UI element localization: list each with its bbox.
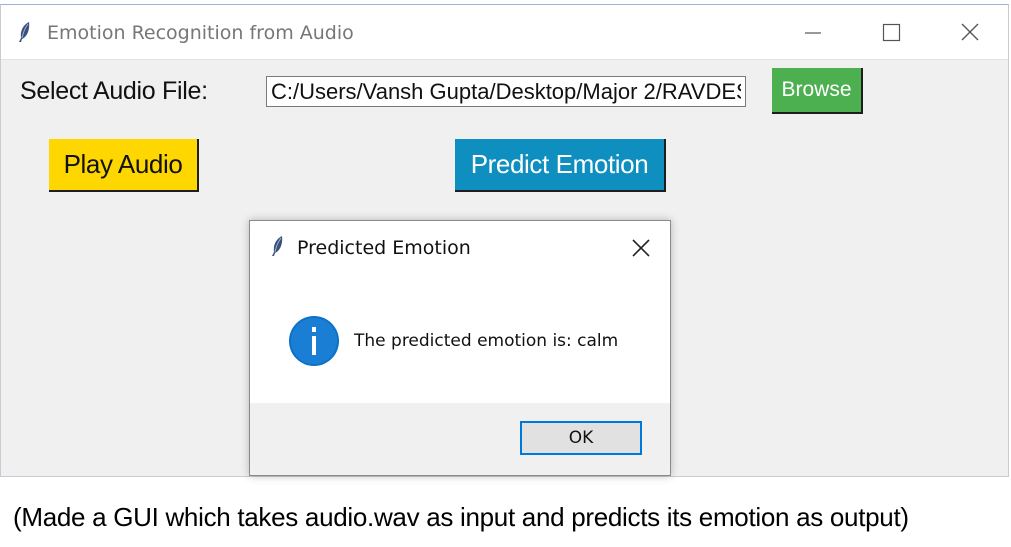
select-audio-label: Select Audio File: — [20, 77, 208, 105]
info-icon — [289, 316, 339, 366]
dialog-title-bar: Predicted Emotion — [250, 221, 670, 273]
tk-feather-icon — [272, 236, 283, 256]
caption: (Made a GUI which takes audio.wav as inp… — [13, 502, 909, 532]
maximize-icon — [882, 23, 901, 42]
browse-button[interactable]: Browse — [772, 68, 863, 114]
close-button[interactable] — [949, 15, 989, 49]
maximize-button[interactable] — [871, 15, 911, 49]
close-icon[interactable] — [628, 235, 654, 261]
ok-button[interactable]: OK — [520, 421, 642, 455]
predict-emotion-button[interactable]: Predict Emotion — [455, 139, 666, 192]
file-path-input[interactable] — [266, 76, 746, 107]
window-title: Emotion Recognition from Audio — [47, 22, 354, 44]
minimize-button[interactable] — [793, 15, 833, 49]
play-audio-button[interactable]: Play Audio — [49, 139, 199, 192]
minimize-icon — [805, 32, 821, 34]
dialog-title: Predicted Emotion — [297, 237, 471, 259]
dialog-footer: OK — [250, 403, 670, 475]
main-window: Emotion Recognition from Audio Select Au… — [0, 4, 1009, 477]
tk-feather-icon — [19, 22, 30, 42]
predicted-emotion-dialog: Predicted Emotion The predicted emotion … — [249, 220, 671, 476]
dialog-message: The predicted emotion is: calm — [354, 331, 619, 351]
title-bar: Emotion Recognition from Audio — [1, 5, 1008, 60]
close-icon — [961, 23, 979, 41]
